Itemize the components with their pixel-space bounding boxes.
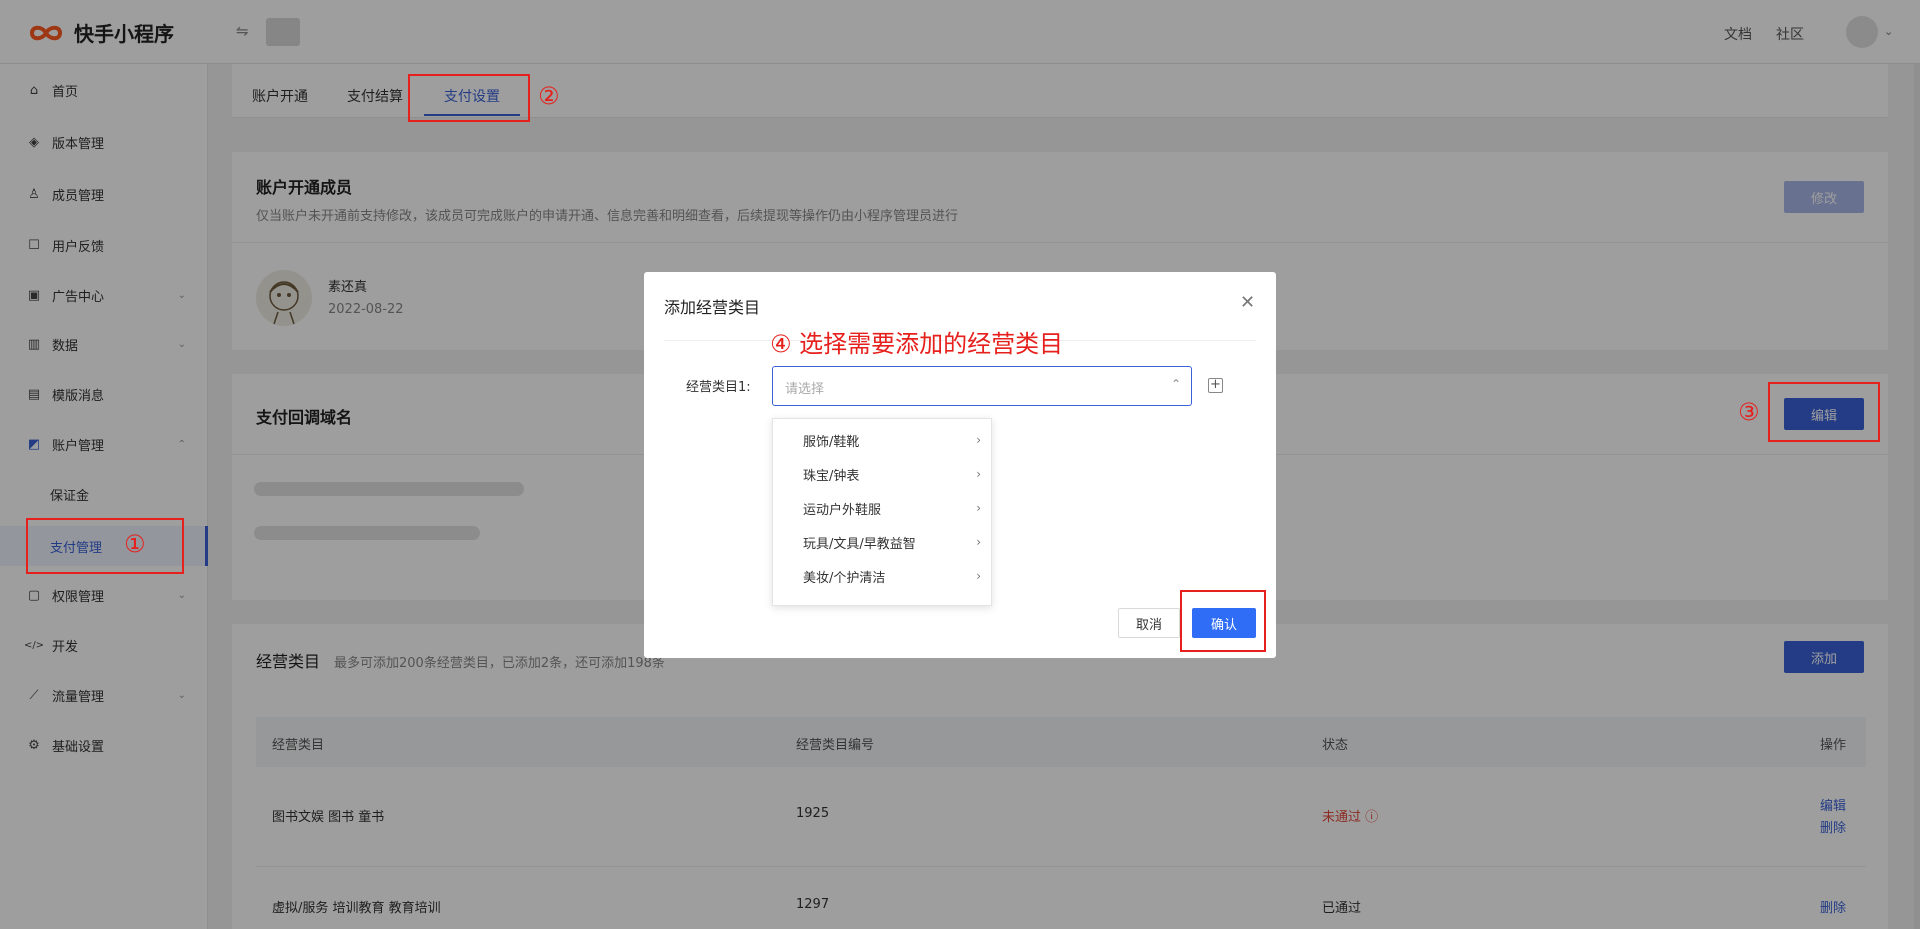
dropdown-option[interactable]: 玩具/文具/早教益智 › (773, 525, 993, 559)
option-label: 美妆/个护清洁 (803, 570, 886, 586)
close-icon[interactable]: ✕ (1240, 292, 1255, 313)
category-field-label: 经营类目1: (686, 380, 751, 395)
chevron-up-icon: ⌃ (1170, 377, 1181, 391)
annotation-box-3 (1768, 382, 1880, 442)
annotation-number-1: ① (124, 530, 146, 558)
dropdown-option[interactable]: 服饰/鞋靴 › (773, 423, 993, 457)
annotation-text-4: ④ 选择需要添加的经营类目 (770, 330, 1064, 358)
chevron-right-icon: › (976, 433, 981, 447)
option-label: 运动户外鞋服 (803, 502, 882, 518)
dialog-title: 添加经营类目 (664, 298, 761, 317)
select-placeholder: 请选择 (785, 382, 825, 397)
chevron-right-icon: › (976, 501, 981, 515)
chevron-right-icon: › (976, 535, 981, 549)
category-select[interactable]: 请选择 ⌃ (772, 366, 1192, 406)
dropdown-option[interactable]: 美妆/个护清洁 › (773, 559, 993, 593)
add-field-plus-icon[interactable]: + (1208, 378, 1223, 393)
option-label: 服饰/鞋靴 (803, 434, 860, 450)
option-label: 玩具/文具/早教益智 (803, 536, 916, 552)
annotation-box-2 (408, 74, 530, 122)
category-dropdown: 服饰/鞋靴 › 珠宝/钟表 › 运动户外鞋服 › 玩具/文具/早教益智 › 美妆… (772, 418, 992, 606)
annotation-number-2: ② (538, 82, 560, 110)
cancel-button[interactable]: 取消 (1118, 608, 1180, 638)
annotation-box-confirm (1180, 590, 1266, 652)
annotation-box-1 (26, 518, 184, 574)
dropdown-option[interactable]: 运动户外鞋服 › (773, 491, 993, 525)
chevron-right-icon: › (976, 467, 981, 481)
dropdown-option[interactable]: 珠宝/钟表 › (773, 457, 993, 491)
chevron-right-icon: › (976, 569, 981, 583)
annotation-number-3: ③ (1738, 398, 1760, 426)
option-label: 珠宝/钟表 (803, 468, 860, 484)
